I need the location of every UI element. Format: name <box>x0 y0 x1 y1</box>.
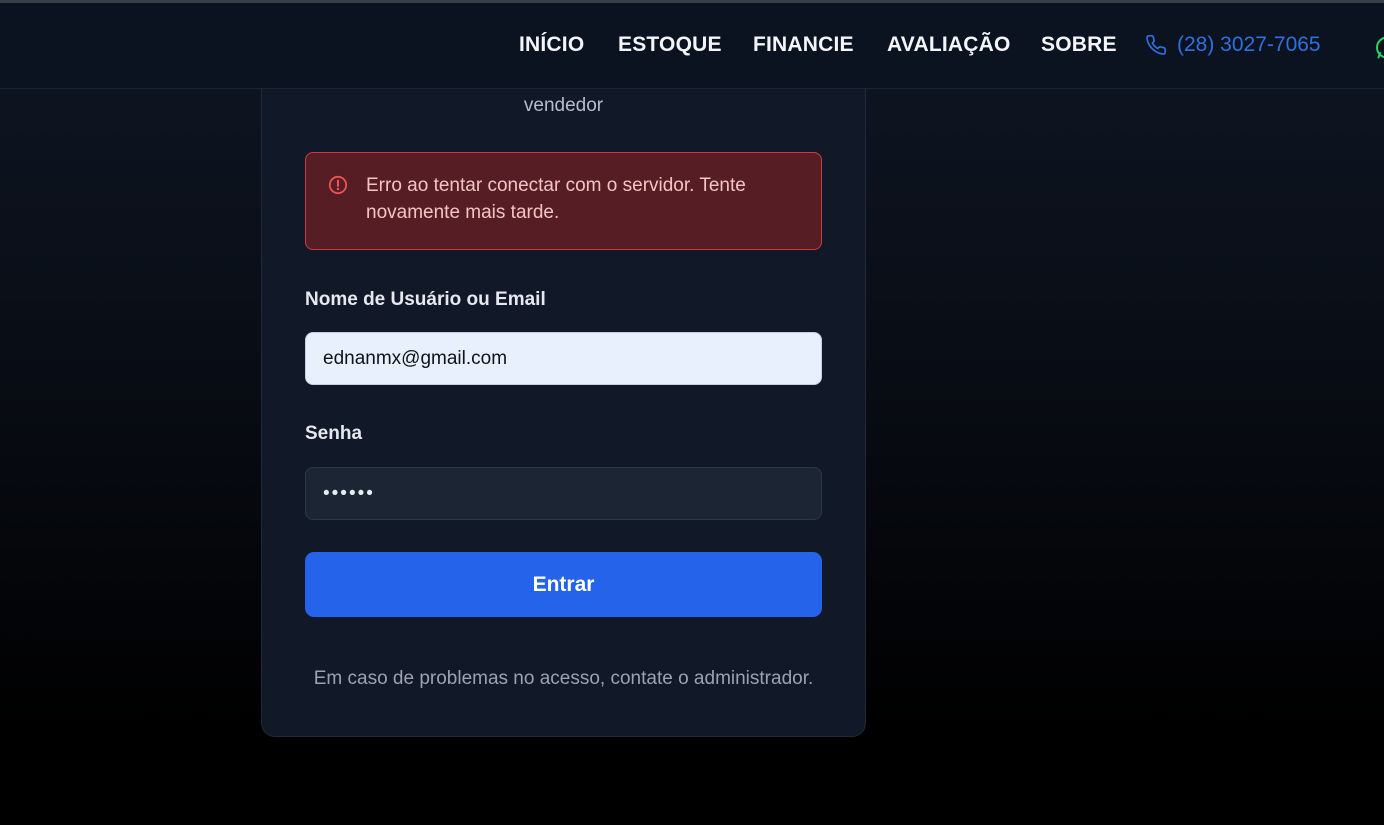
phone-link[interactable]: (28) 3027-7065 <box>1145 33 1321 57</box>
password-label: Senha <box>305 423 363 444</box>
error-message: Erro ao tentar conectar com o servidor. … <box>366 175 746 223</box>
login-card: vendedor Erro ao tentar conectar com o s… <box>261 40 866 737</box>
phone-number: (28) 3027-7065 <box>1177 33 1321 56</box>
login-subtitle: vendedor <box>523 95 604 116</box>
username-label: Nome de Usuário ou Email <box>305 289 546 310</box>
whatsapp-icon[interactable] <box>1374 35 1384 61</box>
login-submit-button[interactable]: Entrar <box>305 552 822 617</box>
phone-icon <box>1146 35 1166 55</box>
support-note: Em caso de problemas no acesso, contate … <box>313 668 814 689</box>
top-navbar: INÍCIO ESTOQUE FINANCIE AVALIAÇÃO SOBRE … <box>0 3 1384 89</box>
nav-item-avaliacao[interactable]: AVALIAÇÃO <box>887 33 1011 57</box>
username-input[interactable] <box>305 332 822 385</box>
nav-item-estoque[interactable]: ESTOQUE <box>618 33 722 57</box>
password-input[interactable] <box>305 467 822 520</box>
nav-item-sobre[interactable]: SOBRE <box>1041 33 1117 57</box>
nav-item-inicio[interactable]: INÍCIO <box>519 33 584 57</box>
nav-item-financie[interactable]: FINANCIE <box>753 33 854 57</box>
error-alert: Erro ao tentar conectar com o servidor. … <box>305 152 822 250</box>
alert-circle-icon <box>328 175 348 200</box>
